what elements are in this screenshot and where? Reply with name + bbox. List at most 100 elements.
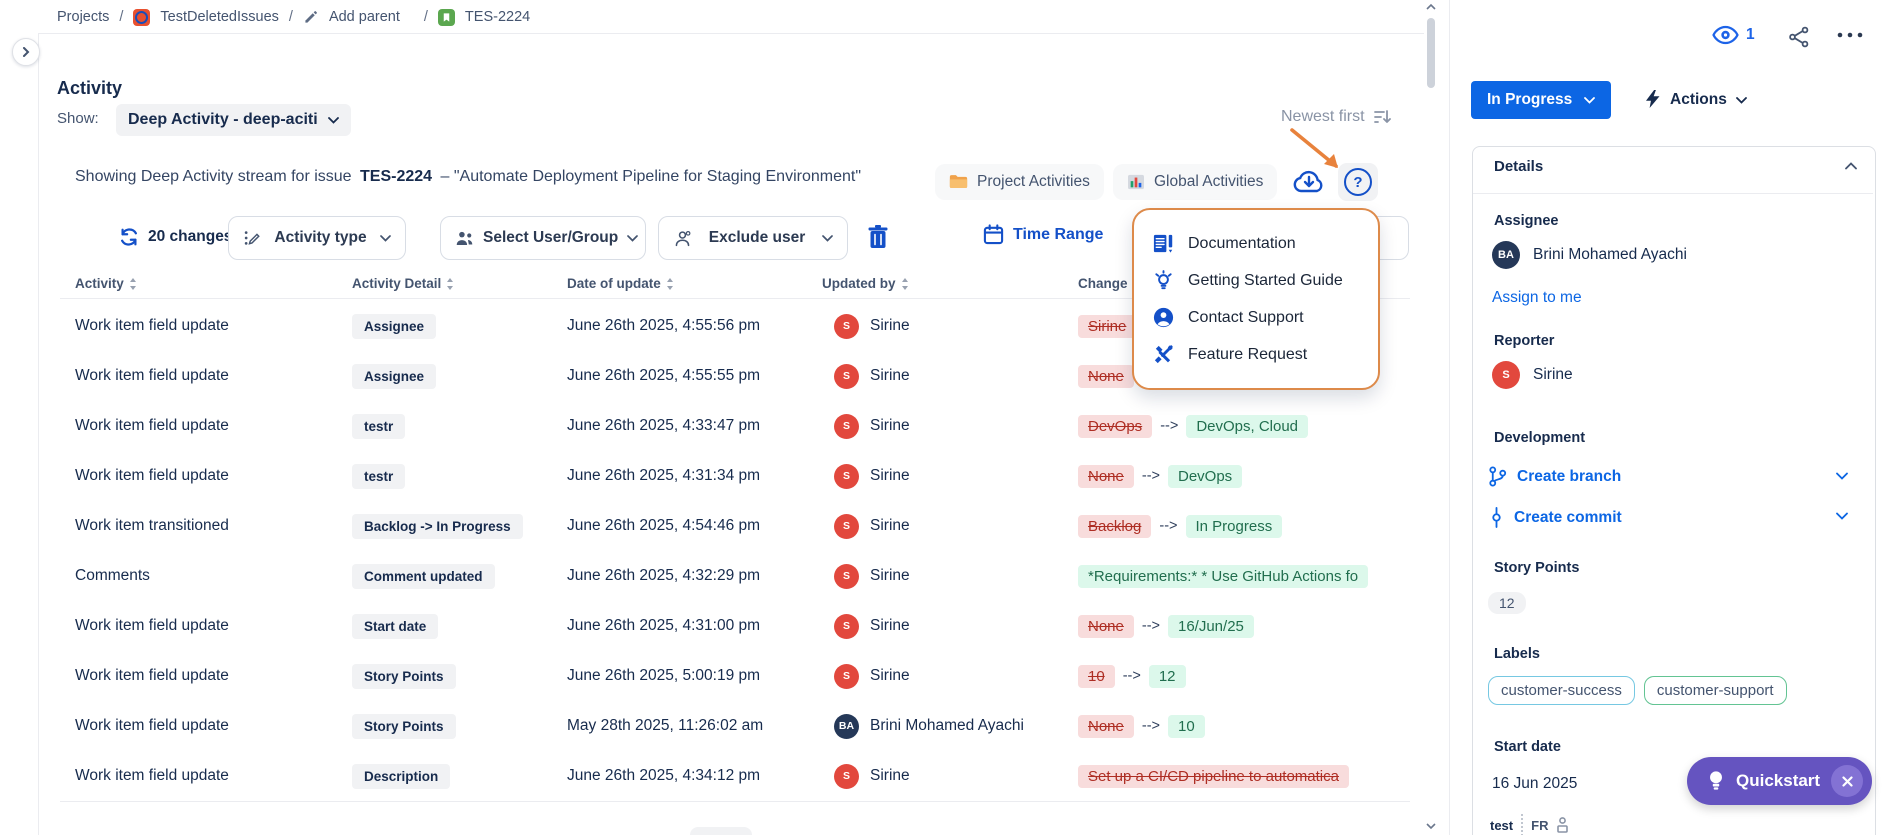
help-menu-item-label: Documentation [1188, 234, 1296, 252]
avatar: S [834, 613, 859, 639]
watchers-count: 1 [1746, 26, 1755, 43]
quickstart-button[interactable]: Quickstart [1687, 757, 1873, 805]
reporter-value[interactable]: S Sirine [1492, 361, 1573, 389]
chevron-down-icon[interactable] [1836, 472, 1848, 480]
details-title[interactable]: Details [1494, 158, 1543, 175]
help-menu-item-feature-request[interactable]: Feature Request [1134, 336, 1378, 373]
select-user-group-label: Select User/Group [483, 229, 619, 246]
date-cell: June 26th 2025, 4:32:29 pm [567, 567, 761, 584]
sidebar-expand-button[interactable] [12, 38, 40, 66]
help-menu-item-getting-started[interactable]: Getting Started Guide [1134, 262, 1378, 299]
activity-title: Activity [57, 78, 123, 98]
create-commit-label: Create commit [1514, 508, 1622, 526]
avatar: S [834, 413, 859, 439]
sort-order-button[interactable]: Newest first [1281, 108, 1391, 126]
browser-extension-overlay: test FR [1490, 814, 1569, 835]
help-menu-item-contact-support[interactable]: Contact Support [1134, 299, 1378, 336]
activity-cell: Work item field update [75, 617, 229, 634]
status-dropdown[interactable]: In Progress [1471, 81, 1612, 119]
date-cell: May 28th 2025, 11:26:02 am [567, 717, 764, 734]
time-range-button[interactable]: Time Range [983, 224, 1103, 245]
scroll-down-arrow[interactable] [1426, 822, 1436, 830]
language-badge[interactable]: FR [1531, 818, 1548, 833]
pencil-icon [305, 11, 317, 23]
tab-project-activities[interactable]: Project Activities [935, 164, 1104, 200]
activity-stream-selected-value: Deep Activity - deep-aciti [128, 111, 318, 128]
main-scrollbar[interactable] [1424, 0, 1438, 835]
create-commit-link[interactable]: Create commit [1489, 507, 1622, 528]
assign-to-me-link[interactable]: Assign to me [1492, 289, 1582, 307]
select-user-group-filter[interactable]: Select User/Group [440, 216, 646, 260]
actions-dropdown[interactable]: Actions [1646, 90, 1747, 110]
watchers-button[interactable]: 1 [1712, 24, 1755, 46]
breadcrumb-separator: / [288, 9, 293, 25]
create-branch-link[interactable]: Create branch [1488, 466, 1621, 487]
activity-type-filter[interactable]: Activity type [228, 216, 406, 260]
user-name: Sirine [870, 467, 910, 484]
dotted-divider [1521, 814, 1524, 835]
new-value-chip: 10 [1167, 714, 1205, 738]
old-value-chip: Set up a CI/CD pipeline to automatica [1078, 764, 1349, 788]
refresh-icon [121, 228, 137, 246]
story-points-value[interactable]: 12 [1488, 592, 1526, 614]
tools-icon [1154, 345, 1173, 364]
share-button[interactable] [1788, 26, 1810, 48]
help-menu-item-documentation[interactable]: Documentation [1134, 225, 1378, 262]
column-header-date[interactable]: Date of update [567, 276, 674, 291]
old-value-chip: None [1078, 364, 1134, 388]
date-cell: June 26th 2025, 5:00:19 pm [567, 667, 761, 684]
activity-cell: Work item transitioned [75, 517, 229, 534]
breadcrumb-project[interactable]: TestDeletedIssues [160, 9, 278, 25]
activity-detail-badge: Assignee [352, 363, 437, 389]
avatar: S [834, 463, 859, 489]
more-actions-button[interactable] [1836, 30, 1864, 40]
activity-cell: Work item field update [75, 467, 229, 484]
partial-pill [690, 827, 752, 835]
change-arrow: --> [1141, 618, 1160, 634]
table-row: Comments Comment updated June 26th 2025,… [0, 551, 1410, 601]
assignee-value[interactable]: BA Brini Mohamed Ayachi [1492, 241, 1687, 269]
clear-filters-button[interactable] [866, 224, 890, 250]
table-row: Work item field update testr June 26th 2… [0, 451, 1410, 501]
activity-stream-select[interactable]: Deep Activity - deep-aciti [116, 104, 351, 136]
avatar: BA [834, 713, 859, 739]
label-pill[interactable]: customer-support [1643, 676, 1787, 705]
sort-order-label: Newest first [1281, 108, 1365, 125]
avatar: S [834, 313, 859, 339]
actions-label: Actions [1670, 91, 1727, 108]
stream-description: Showing Deep Activity stream for issue T… [75, 168, 861, 186]
quickstart-close-button[interactable] [1831, 765, 1864, 797]
old-value-chip: None [1078, 464, 1134, 488]
breadcrumb-add-parent[interactable]: Add parent [329, 9, 400, 25]
changes-count[interactable]: 20 changes [118, 216, 232, 258]
activity-detail-badge: testr [352, 463, 406, 489]
column-header-updated-by[interactable]: Updated by [822, 276, 909, 291]
user-name: Sirine [870, 517, 910, 534]
label-pill[interactable]: customer-success [1488, 676, 1635, 705]
user-name: Sirine [870, 667, 910, 684]
breadcrumb-issue[interactable]: TES-2224 [465, 9, 530, 25]
column-header-change[interactable]: Change [1078, 276, 1128, 291]
scrollbar-thumb[interactable] [1427, 18, 1435, 88]
avatar: S [834, 763, 859, 789]
start-date-value[interactable]: 16 Jun 2025 [1492, 775, 1577, 793]
exclude-user-filter[interactable]: Exclude user [658, 216, 848, 260]
old-value-chip: None [1078, 714, 1134, 738]
avatar: S [834, 663, 859, 689]
activity-cell: Work item field update [75, 367, 229, 384]
tab-global-activities-label: Global Activities [1154, 173, 1264, 190]
stream-suffix: – "Automate Deployment Pipeline for Stag… [440, 168, 861, 185]
tab-global-activities[interactable]: Global Activities [1113, 164, 1278, 200]
partial-text: test [1490, 817, 1514, 833]
breadcrumb-projects[interactable]: Projects [57, 9, 109, 25]
avatar: S [834, 513, 859, 539]
story-points-label: Story Points [1494, 560, 1580, 576]
column-header-activity[interactable]: Activity [75, 276, 137, 291]
old-value-chip: Backlog [1078, 514, 1152, 538]
column-header-detail[interactable]: Activity Detail [352, 276, 454, 291]
table-row: Work item field update Story Points May … [0, 701, 1410, 751]
chevron-down-icon[interactable] [1836, 512, 1848, 520]
chevron-up-icon[interactable] [1845, 162, 1857, 170]
scroll-up-arrow[interactable] [1426, 3, 1436, 11]
lightning-icon [1646, 90, 1660, 108]
